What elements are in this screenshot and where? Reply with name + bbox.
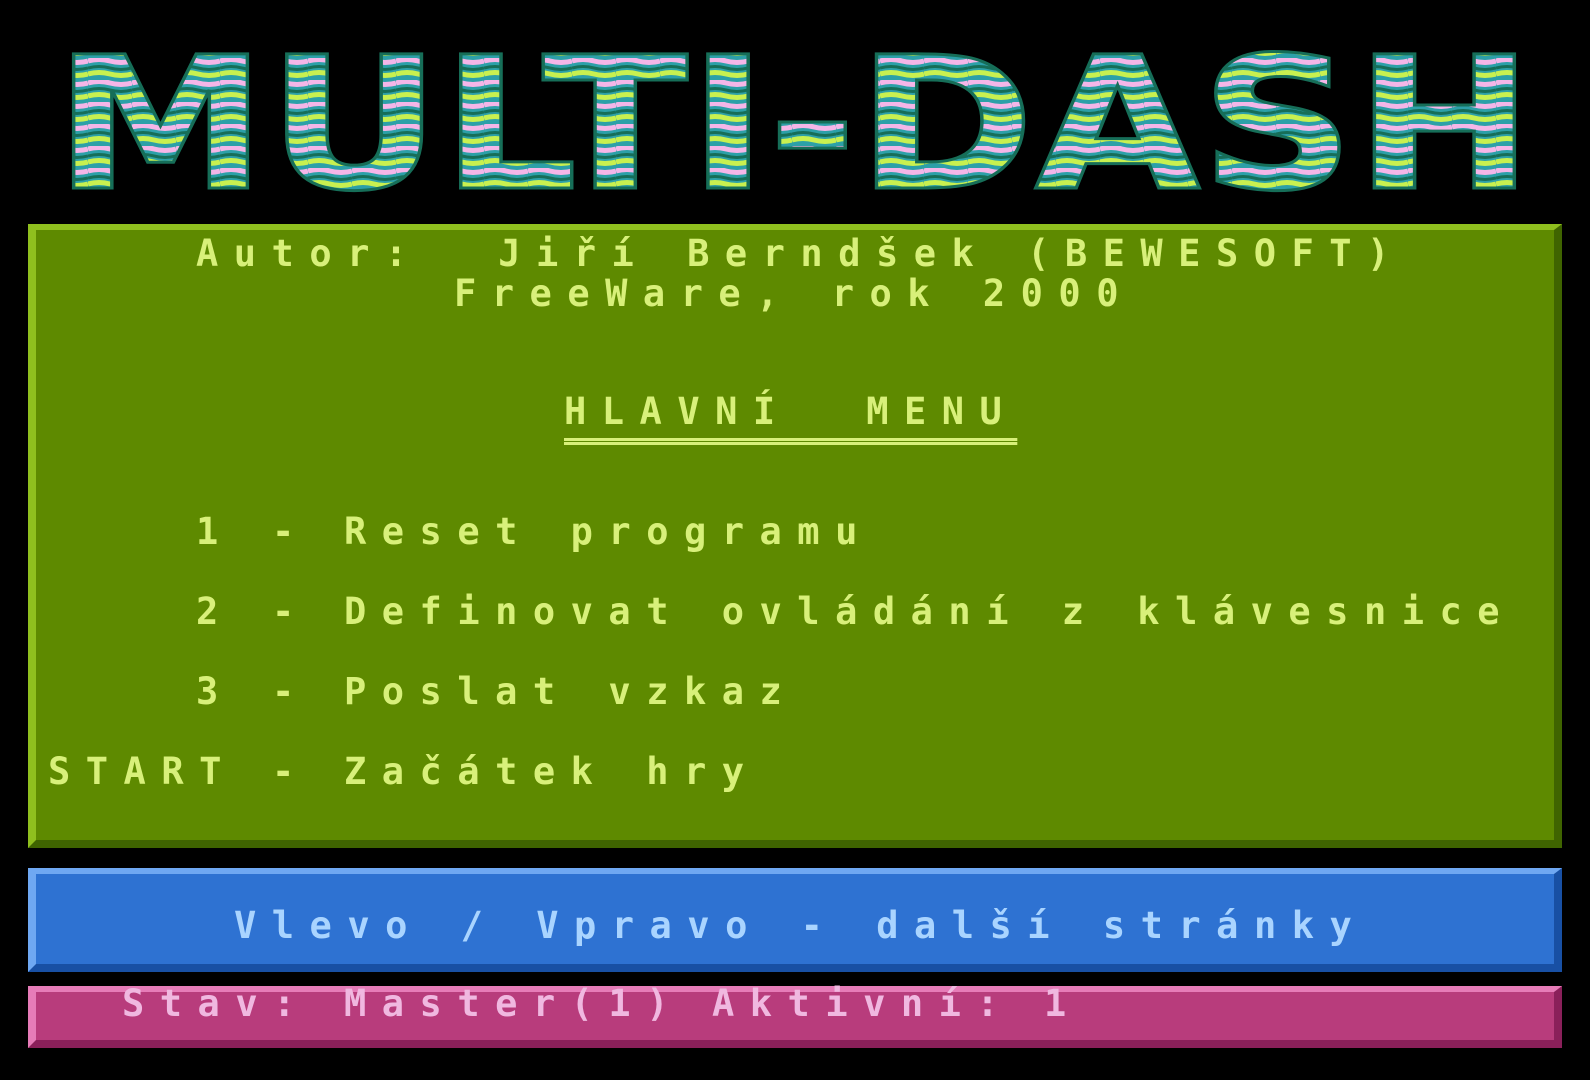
menu-item-send-message[interactable]: Poslat vzkaz: [344, 672, 797, 712]
navigation-hint-text: Vlevo / Vpravo - další stránky: [234, 904, 1368, 947]
status-label: Stav:: [122, 982, 311, 1025]
menu-heading: HLAVNÍ MENU: [564, 390, 1018, 433]
menu-item-start-key[interactable]: START: [48, 752, 237, 792]
menu-item-reset[interactable]: Reset programu: [344, 512, 873, 552]
menu-item-start-separator: -: [272, 750, 310, 793]
status-mode: Master(1): [344, 982, 684, 1025]
menu-item-1-key[interactable]: 1: [196, 512, 234, 552]
title-logo-graphic: MULTI-DASH: [53, 36, 1536, 208]
menu-item-define-controls[interactable]: Definovat ovládání z klávesnice: [344, 592, 1515, 632]
menu-item-1-separator: -: [272, 510, 310, 553]
menu-item-2-separator: -: [272, 590, 310, 633]
menu-item-3-separator: -: [272, 670, 310, 713]
game-title-logo: MULTI-DASH: [44, 36, 1544, 208]
active-label: Aktivní:: [712, 982, 1015, 1025]
license-line: FreeWare, rok 2000: [454, 272, 1134, 315]
active-value: 1: [1044, 982, 1082, 1025]
author-line: Autor: Jiří Berndšek (BEWESOFT): [196, 232, 1405, 275]
menu-item-start-game[interactable]: Začátek hry: [344, 752, 760, 792]
title-text: MULTI-DASH: [54, 36, 1534, 208]
menu-item-2-key[interactable]: 2: [196, 592, 234, 632]
menu-item-3-key[interactable]: 3: [196, 672, 234, 712]
